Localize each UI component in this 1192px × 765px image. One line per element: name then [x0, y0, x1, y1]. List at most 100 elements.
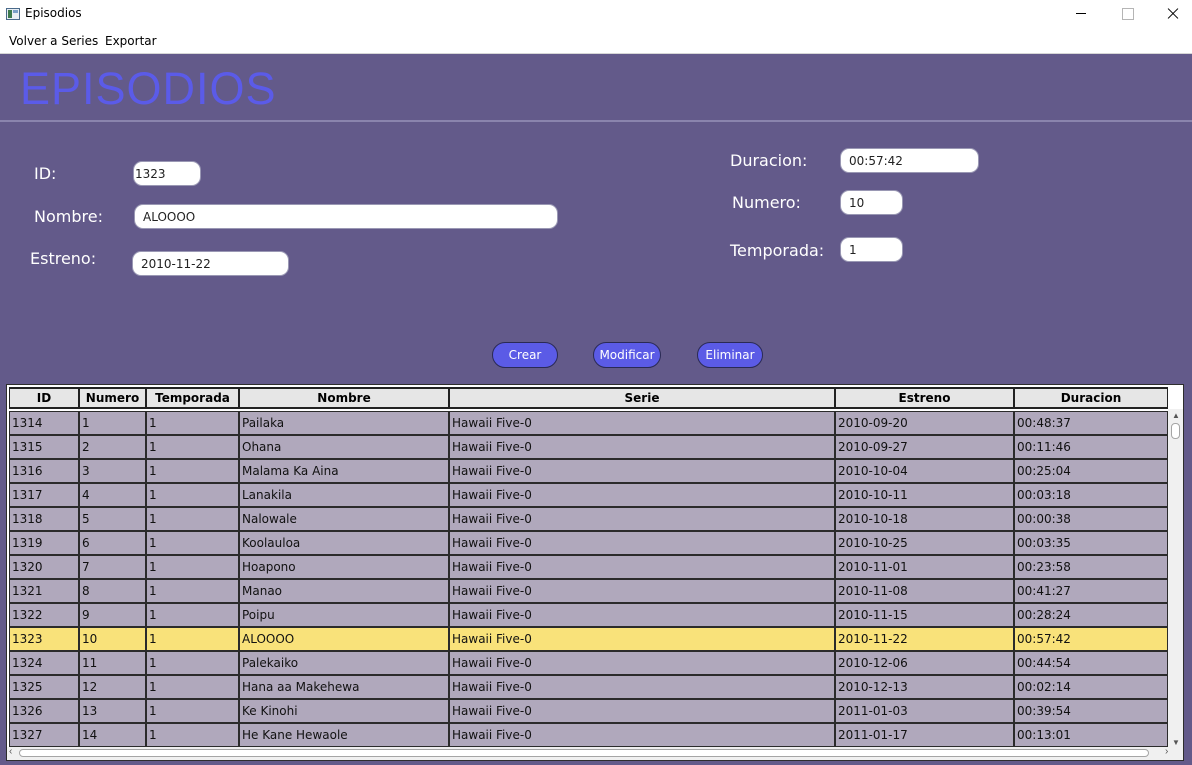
- temporada-field[interactable]: [840, 237, 903, 262]
- cell-nombre: Pailaka: [239, 411, 449, 435]
- cell-temporada: 1: [146, 627, 239, 651]
- cell-serie: Hawaii Five-0: [449, 459, 835, 483]
- duracion-field[interactable]: [840, 148, 979, 173]
- cell-nombre: Hana aa Makehewa: [239, 675, 449, 699]
- column-header-temporada[interactable]: Temporada: [146, 387, 239, 409]
- eliminar-button[interactable]: Eliminar: [697, 342, 763, 368]
- cell-numero: 1: [79, 411, 146, 435]
- cell-nombre: Nalowale: [239, 507, 449, 531]
- cell-duracion: 00:44:54: [1014, 651, 1168, 675]
- cell-numero: 13: [79, 699, 146, 723]
- cell-temporada: 1: [146, 435, 239, 459]
- window-title-bar: Episodios: [0, 0, 1192, 28]
- nombre-label: Nombre:: [34, 207, 103, 226]
- cell-nombre: Palekaiko: [239, 651, 449, 675]
- cell-estreno: 2010-10-04: [835, 459, 1014, 483]
- cell-duracion: 00:00:38: [1014, 507, 1168, 531]
- cell-serie: Hawaii Five-0: [449, 699, 835, 723]
- cell-nombre: Poipu: [239, 603, 449, 627]
- cell-serie: Hawaii Five-0: [449, 627, 835, 651]
- cell-duracion: 00:03:18: [1014, 483, 1168, 507]
- column-header-id[interactable]: ID: [9, 387, 79, 409]
- cell-estreno: 2011-01-03: [835, 699, 1014, 723]
- cell-duracion: 00:25:04: [1014, 459, 1168, 483]
- column-header-nombre[interactable]: Nombre: [239, 387, 449, 409]
- cell-temporada: 1: [146, 555, 239, 579]
- estreno-field[interactable]: [132, 251, 289, 276]
- column-header-duracion[interactable]: Duracion: [1014, 387, 1168, 409]
- maximize-icon[interactable]: [1104, 0, 1150, 28]
- cell-estreno: 2010-11-01: [835, 555, 1014, 579]
- cell-id: 1321: [9, 579, 79, 603]
- cell-numero: 6: [79, 531, 146, 555]
- main-panel: EPISODIOS ID: Nombre: Estreno: Duracion:…: [0, 54, 1192, 765]
- horizontal-scrollbar[interactable]: ‹ ›: [7, 746, 1183, 760]
- menu-volver-a-series[interactable]: Volver a Series: [9, 34, 98, 48]
- menu-exportar[interactable]: Exportar: [105, 34, 157, 48]
- cell-numero: 14: [79, 723, 146, 747]
- cell-estreno: 2010-10-11: [835, 483, 1014, 507]
- cell-id: 1317: [9, 483, 79, 507]
- minimize-icon[interactable]: [1058, 0, 1104, 28]
- nombre-field[interactable]: [134, 204, 558, 229]
- cell-numero: 8: [79, 579, 146, 603]
- cell-serie: Hawaii Five-0: [449, 675, 835, 699]
- cell-id: 1324: [9, 651, 79, 675]
- cell-numero: 2: [79, 435, 146, 459]
- cell-id: 1320: [9, 555, 79, 579]
- cell-serie: Hawaii Five-0: [449, 531, 835, 555]
- cell-estreno: 2010-10-18: [835, 507, 1014, 531]
- cell-numero: 10: [79, 627, 146, 651]
- numero-field[interactable]: [840, 190, 903, 215]
- modificar-button[interactable]: Modificar: [593, 342, 661, 368]
- cell-nombre: Koolauloa: [239, 531, 449, 555]
- column-header-estreno[interactable]: Estreno: [835, 387, 1014, 409]
- window-title: Episodios: [25, 6, 82, 20]
- scroll-down-icon[interactable]: ▼: [1172, 738, 1180, 747]
- cell-numero: 11: [79, 651, 146, 675]
- cell-serie: Hawaii Five-0: [449, 603, 835, 627]
- scroll-left-icon[interactable]: ‹: [9, 746, 12, 757]
- cell-duracion: 00:39:54: [1014, 699, 1168, 723]
- crear-button[interactable]: Crear: [492, 342, 558, 368]
- scroll-right-icon[interactable]: ›: [1165, 746, 1168, 757]
- cell-estreno: 2010-10-25: [835, 531, 1014, 555]
- cell-duracion: 00:03:35: [1014, 531, 1168, 555]
- duracion-label: Duracion:: [730, 151, 808, 170]
- id-field[interactable]: [133, 161, 201, 186]
- cell-duracion: 00:11:46: [1014, 435, 1168, 459]
- cell-estreno: 2011-01-17: [835, 723, 1014, 747]
- cell-numero: 3: [79, 459, 146, 483]
- cell-nombre: Lanakila: [239, 483, 449, 507]
- episodes-table: ID Numero Temporada Nombre Serie Estreno Durac…: [6, 384, 1184, 761]
- cell-estreno: 2010-11-22: [835, 627, 1014, 651]
- cell-estreno: 2010-09-20: [835, 411, 1014, 435]
- estreno-label: Estreno:: [30, 249, 97, 268]
- cell-estreno: 2010-09-27: [835, 435, 1014, 459]
- horizontal-scroll-thumb[interactable]: [19, 749, 1149, 757]
- cell-temporada: 1: [146, 723, 239, 747]
- cell-duracion: 00:48:37: [1014, 411, 1168, 435]
- cell-duracion: 00:28:24: [1014, 603, 1168, 627]
- cell-numero: 12: [79, 675, 146, 699]
- scroll-up-icon[interactable]: ▲: [1172, 411, 1180, 420]
- column-header-numero[interactable]: Numero: [79, 387, 146, 409]
- cell-nombre: Hoapono: [239, 555, 449, 579]
- close-icon[interactable]: [1150, 0, 1192, 28]
- cell-id: 1314: [9, 411, 79, 435]
- page-title: EPISODIOS: [20, 63, 277, 114]
- cell-serie: Hawaii Five-0: [449, 579, 835, 603]
- vertical-scroll-thumb[interactable]: [1171, 423, 1180, 439]
- cell-temporada: 1: [146, 579, 239, 603]
- cell-temporada: 1: [146, 459, 239, 483]
- cell-id: 1318: [9, 507, 79, 531]
- cell-id: 1325: [9, 675, 79, 699]
- cell-id: 1326: [9, 699, 79, 723]
- cell-nombre: He Kane Hewaole: [239, 723, 449, 747]
- cell-numero: 9: [79, 603, 146, 627]
- cell-serie: Hawaii Five-0: [449, 555, 835, 579]
- id-label: ID:: [34, 164, 57, 183]
- vertical-scrollbar[interactable]: ▲ ▼: [1168, 409, 1183, 747]
- cell-duracion: 00:23:58: [1014, 555, 1168, 579]
- column-header-serie[interactable]: Serie: [449, 387, 835, 409]
